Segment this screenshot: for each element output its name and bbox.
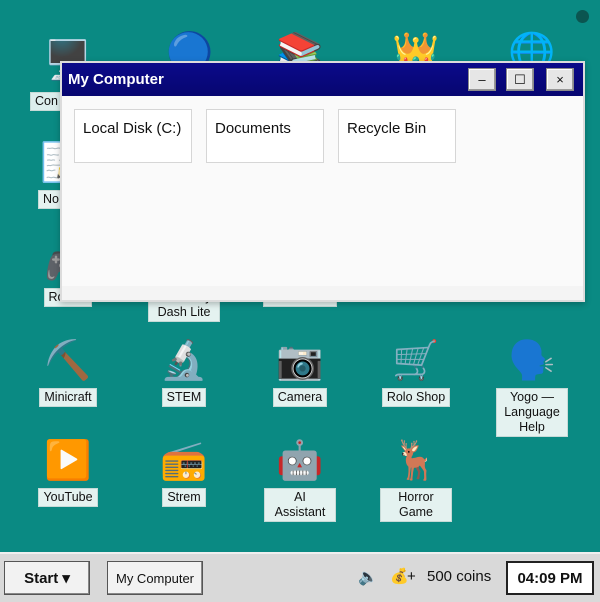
taskbar: Start ▾ My Computer 🔈 💰 + 500 coins 04:0… <box>0 552 600 602</box>
local-disk-item[interactable]: Local Disk (C:) <box>74 109 192 163</box>
minimize-button[interactable]: – <box>468 68 496 91</box>
desktop-icon-strem[interactable]: 📻 Strem <box>134 438 234 507</box>
recycle-bin-item[interactable]: Recycle Bin <box>338 109 456 163</box>
desktop-icon-rolo-shop[interactable]: 🛒 Rolo Shop <box>366 338 466 407</box>
maximize-button[interactable]: ☐ <box>506 68 534 91</box>
radio-icon: 📻 <box>160 440 208 482</box>
window-content: Local Disk (C:) Documents Recycle Bin <box>62 96 583 286</box>
desktop-icon-ai-assistant[interactable]: 🤖 AI Assistant <box>250 438 350 522</box>
deer-icon: 🦌 <box>392 440 440 482</box>
coins-count: 500 coins <box>427 568 492 585</box>
desktop-icon-minicraft[interactable]: ⛏️ Minicraft <box>18 338 118 407</box>
notification-dot <box>576 10 589 23</box>
desktop-icon-yogo-label: Yogo — Language Help <box>496 388 568 437</box>
window-title: My Computer <box>68 71 164 88</box>
window-titlebar[interactable]: My Computer – ☐ × <box>62 63 583 96</box>
documents-item[interactable]: Documents <box>206 109 324 163</box>
speaking-head-icon: 🗣️ <box>508 340 556 382</box>
taskbar-my-computer[interactable]: My Computer <box>107 561 203 595</box>
desktop-icon-horror-game-label: Horror Game <box>380 488 452 522</box>
pickaxe-icon: ⛏️ <box>44 340 92 382</box>
robot-icon: 🤖 <box>276 440 324 482</box>
my-computer-window[interactable]: My Computer – ☐ × Local Disk (C:) Docume… <box>60 61 585 302</box>
desktop-icon-ai-assistant-label: AI Assistant <box>264 488 336 522</box>
play-icon: ▶️ <box>44 440 92 482</box>
desktop-icon-stem[interactable]: 🔬 STEM <box>134 338 234 407</box>
speaker-icon[interactable]: 🔈 <box>358 567 378 587</box>
close-button[interactable]: × <box>546 68 574 91</box>
microscope-icon: 🔬 <box>160 340 208 382</box>
desktop-icon-strem-label: Strem <box>162 488 206 507</box>
money-bag-icon: 💰 <box>390 568 409 585</box>
desktop-icon-minicraft-label: Minicraft <box>39 388 97 407</box>
start-button[interactable]: Start ▾ <box>4 561 90 595</box>
camera-icon: 📷 <box>276 340 324 382</box>
cart-icon: 🛒 <box>392 340 440 382</box>
desktop: 🖥️ Con 🔵 📚 👑 🌐 📝 No 🎮 Roblox Geometry Da… <box>0 0 600 552</box>
coins-plus[interactable]: + <box>407 568 416 585</box>
desktop-icon-rolo-shop-label: Rolo Shop <box>381 388 451 407</box>
desktop-icon-yogo[interactable]: 🗣️ Yogo — Language Help <box>482 338 582 437</box>
desktop-icon-horror-game[interactable]: 🦌 Horror Game <box>366 438 466 522</box>
desktop-icon-youtube-label: YouTube <box>38 488 98 507</box>
desktop-icon-stem-label: STEM <box>161 388 207 407</box>
desktop-icon-camera-label: Camera <box>272 388 328 407</box>
clock: 04:09 PM <box>506 561 594 595</box>
desktop-icon-computer-label: Con <box>30 92 63 111</box>
desktop-icon-camera[interactable]: 📷 Camera <box>250 338 350 407</box>
desktop-icon-youtube[interactable]: ▶️ YouTube <box>18 438 118 507</box>
